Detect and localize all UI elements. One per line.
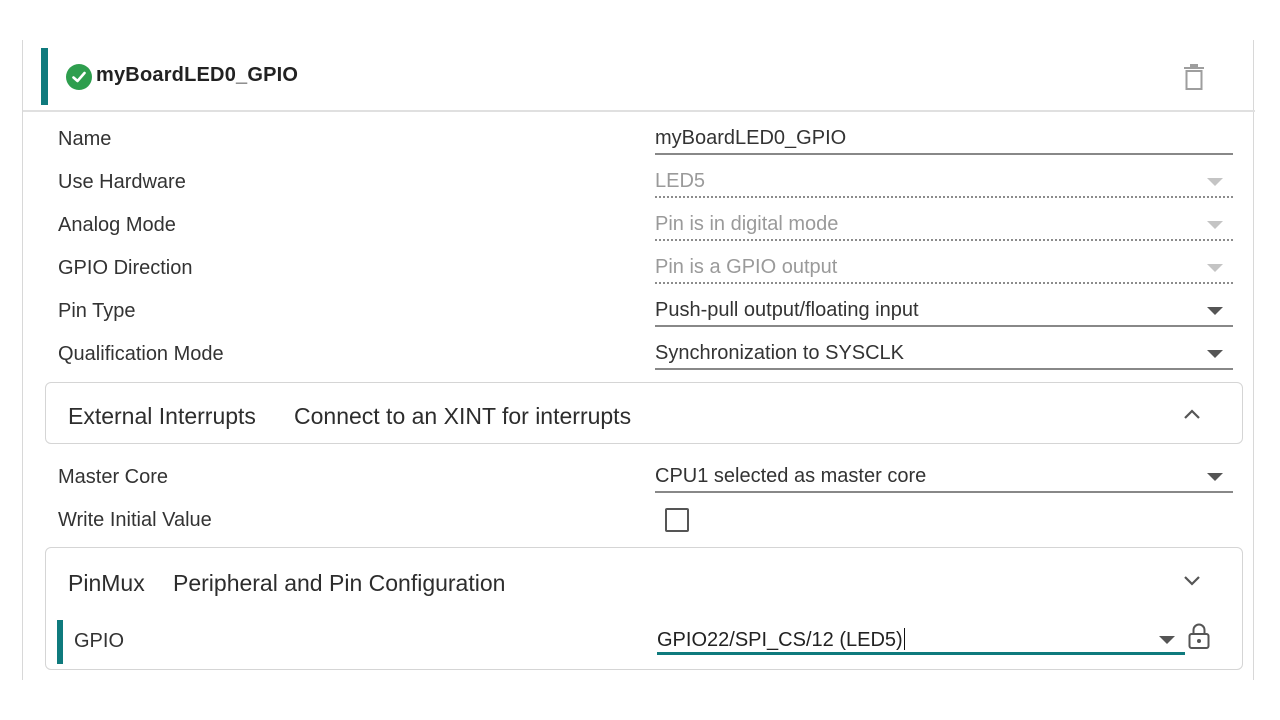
pin-type-label: Pin Type xyxy=(58,300,136,322)
analog-mode-label: Analog Mode xyxy=(58,214,176,236)
dropdown-caret-icon xyxy=(1207,221,1223,229)
dropdown-caret-icon xyxy=(1207,307,1223,315)
pin-type-select[interactable]: Push-pull output/floating input xyxy=(655,294,1233,327)
use-hardware-label: Use Hardware xyxy=(58,171,186,193)
dropdown-caret-icon xyxy=(1207,473,1223,481)
instance-header[interactable]: myBoardLED0_GPIO xyxy=(23,40,1255,112)
gpio-direction-select[interactable]: Pin is a GPIO output xyxy=(655,251,1233,284)
master-core-select[interactable]: CPU1 selected as master core xyxy=(655,460,1233,493)
pinmux-title: PinMux xyxy=(68,570,145,596)
gpio-pin-value-wrap: GPIO22/SPI_CS/12 (LED5) xyxy=(657,628,905,652)
write-initial-value-checkbox[interactable] xyxy=(665,508,689,532)
gpio-indicator-bar xyxy=(57,620,63,664)
gpio-config-panel: myBoardLED0_GPIO Name myBoardLED0_GPIO U… xyxy=(22,40,1255,680)
gpio-pin-select[interactable]: GPIO22/SPI_CS/12 (LED5) xyxy=(657,618,1185,655)
trash-icon[interactable] xyxy=(1183,63,1205,91)
field-row-pin-type: Pin Type Push-pull output/floating input xyxy=(23,292,1255,335)
use-hardware-value: LED5 xyxy=(655,170,706,192)
external-interrupts-card[interactable]: External Interrupts Connect to an XINT f… xyxy=(45,382,1243,444)
dropdown-caret-icon xyxy=(1159,636,1175,644)
name-value: myBoardLED0_GPIO xyxy=(655,127,847,149)
gpio-pin-value: GPIO22/SPI_CS/12 (LED5) xyxy=(657,629,903,651)
field-row-gpio-direction: GPIO Direction Pin is a GPIO output xyxy=(23,249,1255,292)
field-row-use-hardware: Use Hardware LED5 xyxy=(23,163,1255,206)
dropdown-caret-icon xyxy=(1207,264,1223,272)
external-interrupts-title: External Interrupts xyxy=(68,403,256,429)
master-core-label: Master Core xyxy=(58,466,169,488)
chevron-up-icon[interactable] xyxy=(1182,407,1202,421)
qualification-mode-label: Qualification Mode xyxy=(58,343,224,365)
lock-icon[interactable] xyxy=(1187,622,1211,650)
check-circle-icon xyxy=(66,64,92,90)
selected-indicator-bar xyxy=(41,48,48,105)
field-row-write-initial-value: Write Initial Value xyxy=(23,501,1255,544)
dropdown-caret-icon xyxy=(1207,178,1223,186)
field-row-qualification-mode: Qualification Mode Synchronization to SY… xyxy=(23,335,1255,378)
instance-title: myBoardLED0_GPIO xyxy=(96,64,299,86)
analog-mode-select[interactable]: Pin is in digital mode xyxy=(655,208,1233,241)
dropdown-caret-icon xyxy=(1207,350,1223,358)
name-label: Name xyxy=(58,128,112,150)
external-interrupts-subtitle: Connect to an XINT for interrupts xyxy=(294,403,632,429)
use-hardware-select[interactable]: LED5 xyxy=(655,165,1233,198)
chevron-down-icon[interactable] xyxy=(1182,574,1202,588)
field-row-analog-mode: Analog Mode Pin is in digital mode xyxy=(23,206,1255,249)
text-cursor xyxy=(903,628,905,650)
analog-mode-value: Pin is in digital mode xyxy=(655,213,839,235)
pin-type-value: Push-pull output/floating input xyxy=(655,299,919,321)
master-core-value: CPU1 selected as master core xyxy=(655,465,927,487)
pinmux-subtitle: Peripheral and Pin Configuration xyxy=(173,570,506,596)
gpio-label: GPIO xyxy=(74,630,125,652)
field-row-master-core: Master Core CPU1 selected as master core xyxy=(23,458,1255,501)
field-row-name: Name myBoardLED0_GPIO xyxy=(23,120,1255,163)
write-initial-value-label: Write Initial Value xyxy=(58,509,212,531)
gpio-direction-label: GPIO Direction xyxy=(58,257,193,279)
gpio-direction-value: Pin is a GPIO output xyxy=(655,256,838,278)
name-input[interactable]: myBoardLED0_GPIO xyxy=(655,122,1233,155)
qualification-mode-value: Synchronization to SYSCLK xyxy=(655,342,905,364)
qualification-mode-select[interactable]: Synchronization to SYSCLK xyxy=(655,337,1233,370)
